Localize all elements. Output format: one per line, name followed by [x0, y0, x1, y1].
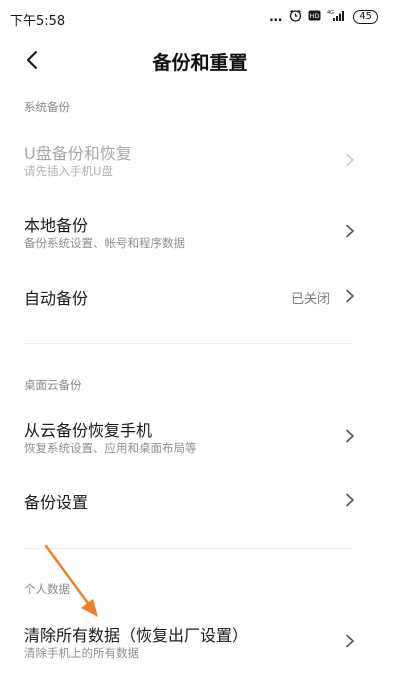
chevron-right-icon	[346, 493, 354, 507]
status-bar: 下午5:58 … HD 4G 45	[0, 0, 400, 36]
row-subtitle: 备份系统设置、帐号和程序数据	[24, 236, 185, 250]
chevron-right-icon	[346, 289, 354, 303]
battery-icon: 45	[353, 10, 378, 24]
section-divider	[24, 548, 352, 549]
status-time: 下午5:58	[10, 14, 66, 29]
local-backup-item[interactable]: 本地备份 备份系统设置、帐号和程序数据	[0, 200, 400, 264]
row-title: U盘备份和恢复	[24, 144, 132, 163]
chevron-right-icon	[346, 634, 354, 648]
auto-backup-status: 已关闭	[290, 292, 330, 307]
svg-text:HD: HD	[310, 12, 320, 20]
row-subtitle: 请先插入手机U盘	[24, 164, 113, 178]
more-dots-icon: …	[269, 9, 284, 25]
row-title: 本地备份	[24, 216, 89, 235]
signal-label: 4G	[327, 10, 334, 16]
status-icons: … HD 4G 45	[269, 9, 378, 25]
section-label-personal-data: 个人数据	[24, 582, 70, 596]
chevron-right-icon	[346, 224, 354, 238]
auto-backup-item[interactable]: 自动备份 已关闭	[0, 272, 400, 320]
header: 备份和重置	[0, 38, 400, 82]
hd-icon: HD	[308, 10, 321, 24]
chevron-right-icon	[346, 153, 354, 167]
row-title: 清除所有数据（恢复出厂设置）	[24, 626, 249, 645]
signal-icon: 4G	[327, 9, 347, 25]
row-subtitle: 恢复系统设置、应用和桌面布局等	[24, 441, 197, 455]
section-label-cloud-backup: 桌面云备份	[24, 378, 82, 392]
row-title: 备份设置	[24, 493, 89, 512]
factory-reset-item[interactable]: 清除所有数据（恢复出厂设置） 清除手机上的所有数据	[0, 612, 400, 676]
alarm-icon	[289, 9, 302, 25]
section-label-system-backup: 系统备份	[24, 100, 70, 114]
row-title: 自动备份	[24, 289, 89, 308]
cloud-restore-item[interactable]: 从云备份恢复手机 恢复系统设置、应用和桌面布局等	[0, 405, 400, 469]
section-divider	[24, 343, 352, 344]
backup-settings-item[interactable]: 备份设置	[0, 476, 400, 524]
usb-backup-restore-item[interactable]: U盘备份和恢复 请先插入手机U盘	[0, 128, 400, 192]
row-title: 从云备份恢复手机	[24, 421, 153, 440]
chevron-right-icon	[346, 429, 354, 443]
annotation-arrow-icon	[44, 544, 98, 617]
page-title: 备份和重置	[152, 52, 248, 74]
row-subtitle: 清除手机上的所有数据	[24, 646, 139, 660]
